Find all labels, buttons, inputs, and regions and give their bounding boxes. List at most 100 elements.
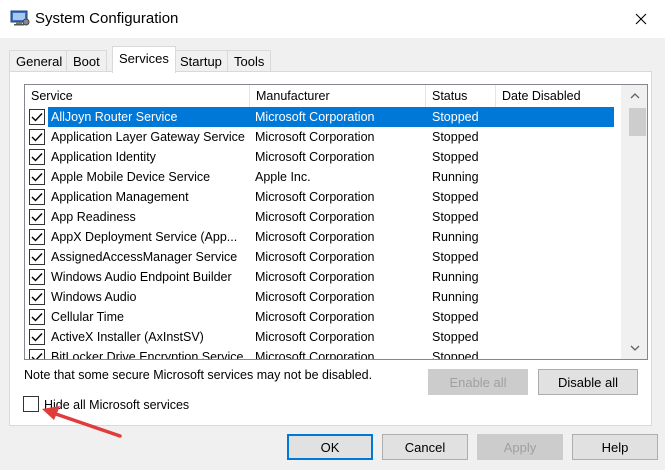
apply-button[interactable]: Apply [477, 434, 563, 460]
service-manufacturer: Microsoft Corporation [255, 210, 375, 224]
table-row[interactable]: AllJoyn Router Service Microsoft Corporat… [25, 107, 621, 127]
column-header-status[interactable]: Status [426, 85, 496, 107]
system-configuration-app-icon [10, 9, 30, 27]
scrollbar-thumb[interactable] [629, 108, 646, 136]
service-status: Stopped [432, 190, 479, 204]
service-manufacturer: Microsoft Corporation [255, 250, 375, 264]
title-bar: System Configuration [0, 0, 665, 38]
table-row[interactable]: Application Management Microsoft Corporat… [25, 187, 621, 207]
service-checkbox[interactable] [29, 329, 45, 345]
table-row[interactable]: Windows Audio Endpoint Builder Microsoft … [25, 267, 621, 287]
secure-services-note: Note that some secure Microsoft services… [24, 368, 373, 382]
ok-button[interactable]: OK [287, 434, 373, 460]
scroll-down-arrow-icon[interactable] [628, 342, 642, 354]
tab-label: Tools [234, 54, 265, 69]
service-name: Application Identity [51, 150, 156, 164]
checkmark-icon [31, 313, 43, 322]
service-manufacturer: Microsoft Corporation [255, 230, 375, 244]
cancel-button[interactable]: Cancel [382, 434, 468, 460]
service-checkbox[interactable] [29, 189, 45, 205]
service-manufacturer: Microsoft Corporation [255, 130, 375, 144]
close-button[interactable] [618, 0, 664, 38]
service-checkbox[interactable] [29, 149, 45, 165]
table-row[interactable]: Application Layer Gateway Service Microso… [25, 127, 621, 147]
service-checkbox[interactable] [29, 229, 45, 245]
service-checkbox[interactable] [29, 269, 45, 285]
tab-label: Boot [73, 54, 100, 69]
table-row[interactable]: Windows Audio Microsoft Corporation Runnin… [25, 287, 621, 307]
tab-boot[interactable]: Boot [66, 50, 107, 72]
checkmark-icon [31, 193, 43, 202]
service-name: Apple Mobile Device Service [51, 170, 211, 184]
service-name: ActiveX Installer (AxInstSV) [51, 330, 204, 344]
enable-all-button[interactable]: Enable all [428, 369, 528, 395]
service-checkbox[interactable] [29, 169, 45, 185]
service-status: Running [432, 270, 479, 284]
hide-microsoft-services-checkbox[interactable] [23, 396, 39, 412]
service-name: Application Layer Gateway Service [51, 130, 245, 144]
service-checkbox[interactable] [29, 109, 45, 125]
tab-services[interactable]: Services [112, 46, 176, 73]
table-row[interactable]: BitLocker Drive Encryption Service Micros… [25, 347, 621, 360]
service-name: Windows Audio Endpoint Builder [51, 270, 232, 284]
tab-startup[interactable]: Startup [173, 50, 229, 72]
service-manufacturer: Microsoft Corporation [255, 350, 375, 360]
service-checkbox[interactable] [29, 349, 45, 359]
service-manufacturer: Microsoft Corporation [255, 290, 375, 304]
checkmark-icon [31, 353, 43, 359]
service-name: AllJoyn Router Service [51, 110, 178, 124]
service-status: Stopped [432, 210, 479, 224]
service-status: Stopped [432, 130, 479, 144]
table-row[interactable]: AssignedAccessManager Service Microsoft C… [25, 247, 621, 267]
annotation-arrow-icon [42, 406, 122, 438]
tab-label: General [16, 54, 63, 69]
column-header-manufacturer[interactable]: Manufacturer [250, 85, 426, 107]
services-list[interactable]: Service Manufacturer Status Date Disable… [24, 84, 648, 360]
service-status: Stopped [432, 330, 479, 344]
vertical-scrollbar[interactable] [621, 85, 647, 359]
services-panel: Service Manufacturer Status Date Disable… [9, 71, 652, 426]
tab-general[interactable]: General [9, 50, 70, 72]
scroll-up-arrow-icon[interactable] [628, 90, 642, 102]
service-checkbox[interactable] [29, 249, 45, 265]
service-name: Windows Audio [51, 290, 137, 304]
service-manufacturer: Microsoft Corporation [255, 270, 375, 284]
service-status: Running [432, 230, 479, 244]
tab-tools[interactable]: Tools [227, 50, 272, 72]
service-name: App Readiness [51, 210, 136, 224]
checkmark-icon [31, 333, 43, 342]
checkmark-icon [31, 253, 43, 262]
service-manufacturer: Microsoft Corporation [255, 110, 375, 124]
window-title: System Configuration [35, 10, 179, 27]
table-row[interactable]: AppX Deployment Service (App... Microsoft… [25, 227, 621, 247]
checkmark-icon [31, 273, 43, 282]
disable-all-button[interactable]: Disable all [538, 369, 638, 395]
service-checkbox[interactable] [29, 309, 45, 325]
help-button[interactable]: Help [572, 434, 658, 460]
service-status: Stopped [432, 110, 479, 124]
list-header: Service Manufacturer Status Date Disable… [25, 85, 621, 107]
service-manufacturer: Microsoft Corporation [255, 150, 375, 164]
service-name: Cellular Time [51, 310, 124, 324]
column-header-service[interactable]: Service [25, 85, 250, 107]
table-row[interactable]: Application Identity Microsoft Corporatio… [25, 147, 621, 167]
column-header-date-disabled[interactable]: Date Disabled [496, 85, 621, 107]
checkmark-icon [31, 133, 43, 142]
service-checkbox[interactable] [29, 289, 45, 305]
service-checkbox[interactable] [29, 129, 45, 145]
table-row[interactable]: Apple Mobile Device Service Apple Inc. Run… [25, 167, 621, 187]
tab-label: Services [119, 51, 169, 66]
service-status: Stopped [432, 250, 479, 264]
checkmark-icon [31, 293, 43, 302]
table-row[interactable]: App Readiness Microsoft Corporation Stoppe… [25, 207, 621, 227]
service-manufacturer: Microsoft Corporation [255, 190, 375, 204]
table-row[interactable]: Cellular Time Microsoft Corporation Stoppe… [25, 307, 621, 327]
table-row[interactable]: ActiveX Installer (AxInstSV) Microsoft Co… [25, 327, 621, 347]
service-name: Application Management [51, 190, 189, 204]
service-checkbox[interactable] [29, 209, 45, 225]
service-name: AssignedAccessManager Service [51, 250, 238, 264]
checkmark-icon [31, 213, 43, 222]
service-status: Running [432, 170, 479, 184]
service-status: Stopped [432, 310, 479, 324]
service-name: AppX Deployment Service (App... [51, 230, 238, 244]
